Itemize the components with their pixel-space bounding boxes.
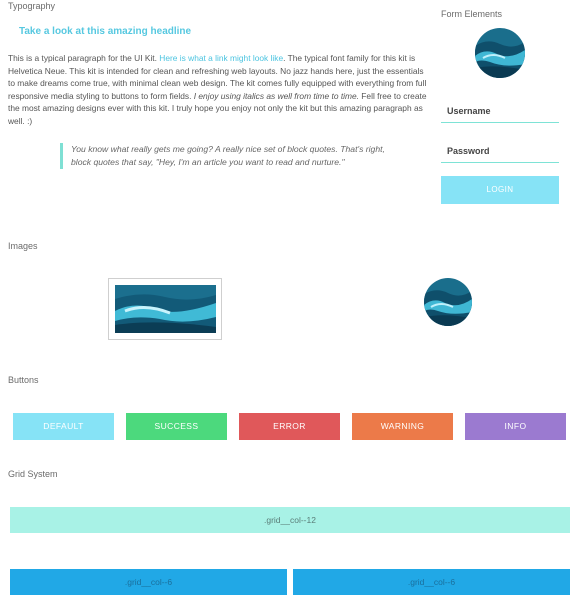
default-button[interactable]: DEFAULT [13, 413, 114, 440]
profile-avatar [475, 28, 525, 78]
framed-image [108, 278, 222, 340]
ocean-wave-image [424, 278, 472, 326]
grid-col-6-left: .grid__col--6 [10, 569, 287, 595]
typography-section-label: Typography [8, 1, 56, 11]
headline: Take a look at this amazing headline [19, 26, 192, 37]
info-button[interactable]: INFO [465, 413, 566, 440]
grid-col-12: .grid__col--12 [10, 507, 570, 533]
login-button[interactable]: LOGIN [441, 176, 559, 204]
paragraph-link[interactable]: Here is what a link might look like [159, 53, 283, 63]
error-button[interactable]: ERROR [239, 413, 340, 440]
ocean-wave-image [475, 28, 525, 78]
form-section-label: Form Elements [441, 9, 503, 19]
success-button[interactable]: SUCCESS [126, 413, 227, 440]
images-section-label: Images [8, 241, 38, 251]
password-field[interactable]: Password [441, 146, 559, 163]
paragraph-italic: I enjoy using italics as well from time … [193, 90, 359, 101]
ocean-wave-image [115, 285, 216, 333]
warning-button[interactable]: WARNING [352, 413, 453, 440]
blockquote: You know what really gets me going? A re… [60, 143, 389, 169]
paragraph-text-1: This is a typical paragraph for the UI K… [8, 53, 160, 63]
username-field[interactable]: Username [441, 106, 559, 123]
round-image [424, 278, 472, 326]
typography-paragraph: This is a typical paragraph for the UI K… [8, 52, 432, 128]
grid-section-label: Grid System [8, 469, 58, 479]
buttons-section-label: Buttons [8, 375, 39, 385]
grid-col-6-right: .grid__col--6 [293, 569, 570, 595]
